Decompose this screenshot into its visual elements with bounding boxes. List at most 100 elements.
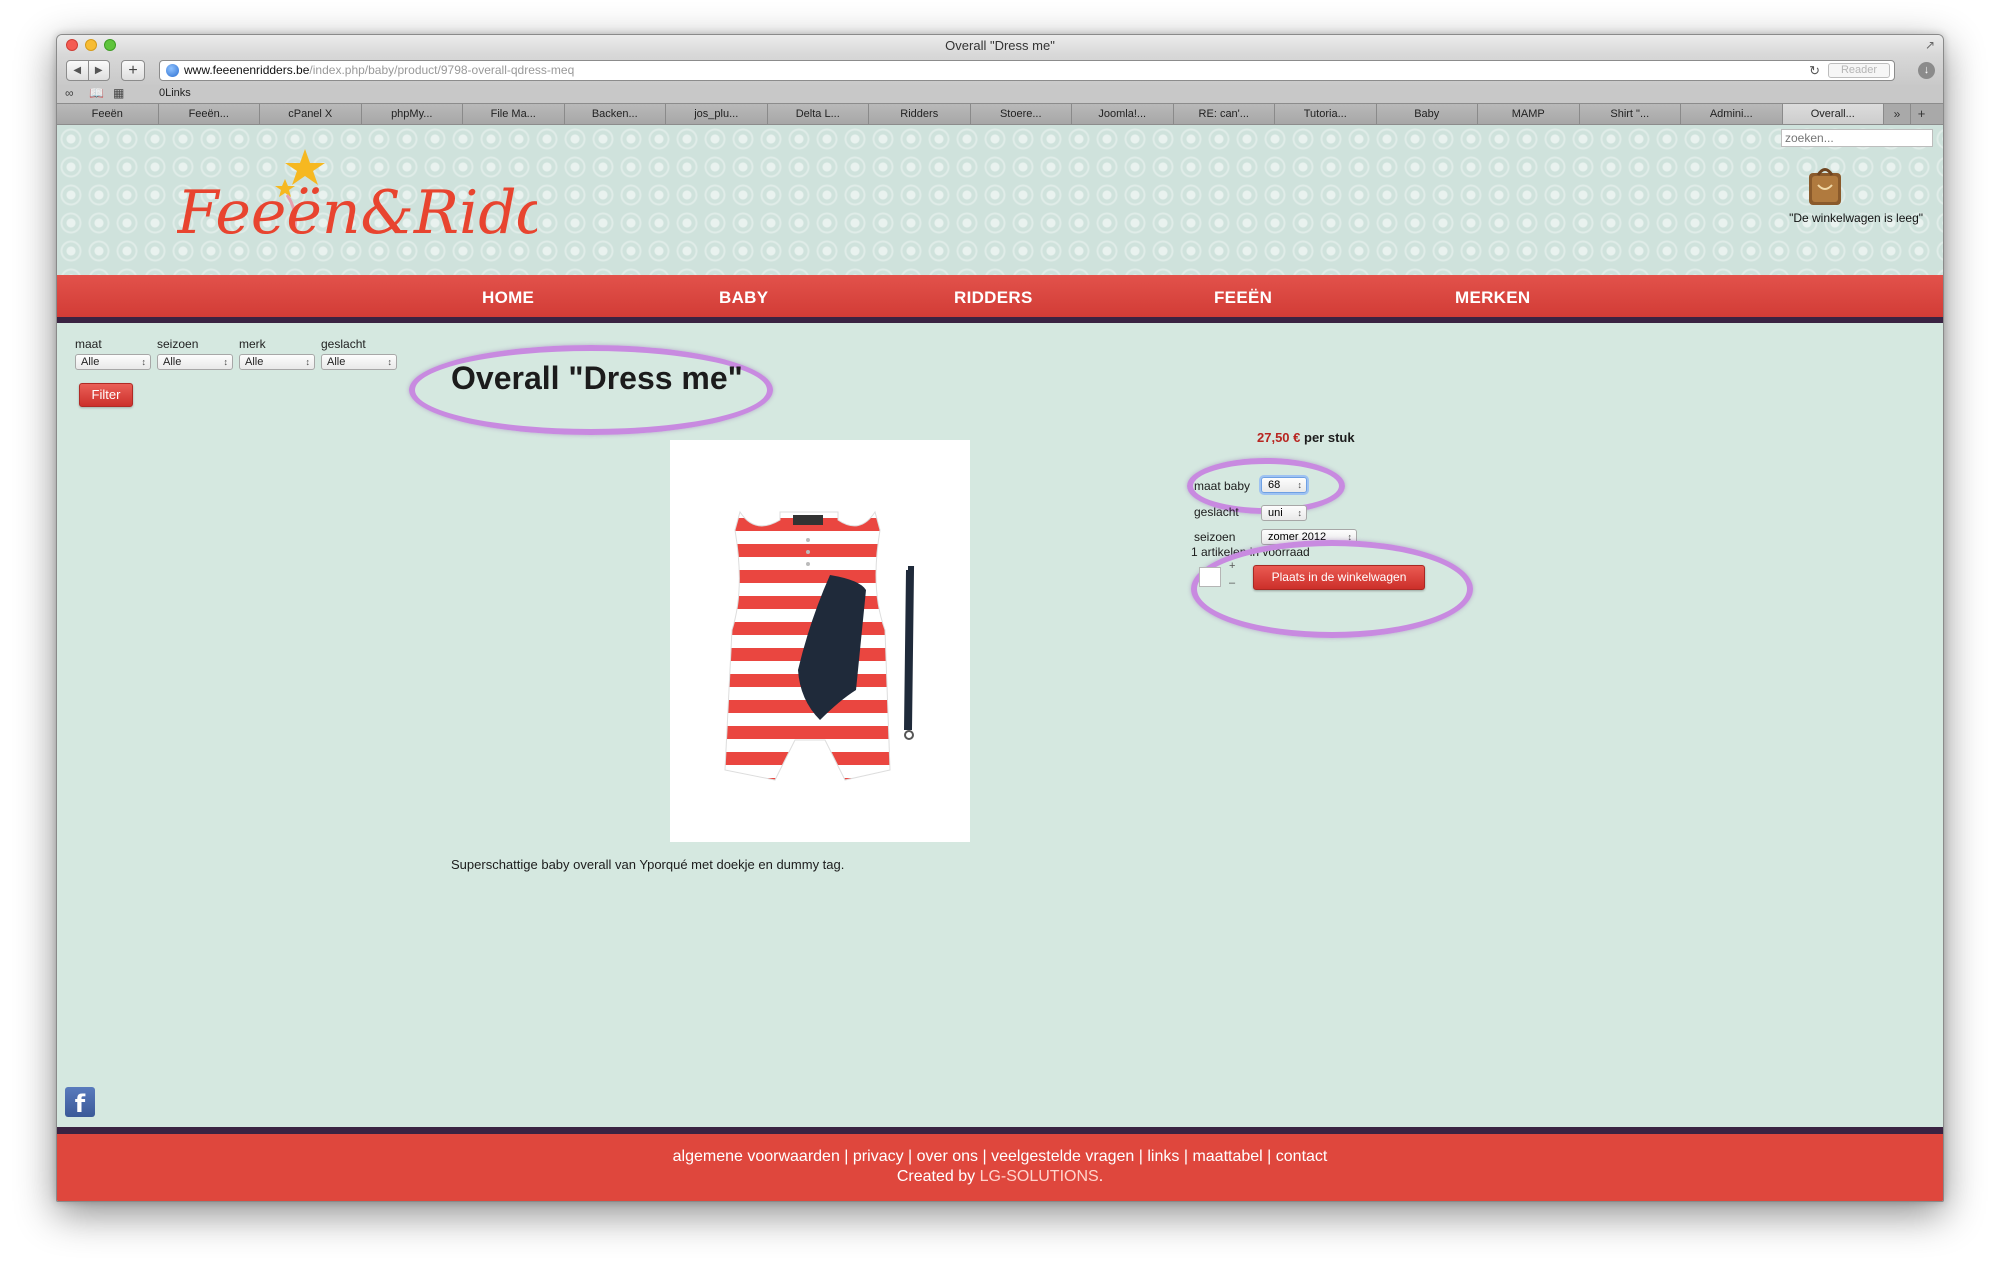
footer-link-contact[interactable]: contact — [1276, 1148, 1328, 1165]
bookmarks-book-icon[interactable]: 📖 — [89, 86, 104, 100]
footer-link-privacy[interactable]: privacy — [853, 1148, 904, 1165]
menu-item-ridders[interactable]: RIDDERS — [954, 288, 1033, 308]
browser-window: Overall "Dress me" ↗ ◀ ▶ + www.feeenenri… — [56, 34, 1944, 1202]
window-title: Overall "Dress me" — [945, 38, 1055, 53]
maat-baby-select[interactable]: 68 — [1261, 477, 1307, 493]
tab[interactable]: Tutoria... — [1275, 104, 1377, 124]
tab[interactable]: jos_plu... — [666, 104, 768, 124]
footer-link-over-ons[interactable]: over ons — [917, 1148, 978, 1165]
filter-geslacht-select[interactable]: Alle — [321, 354, 397, 370]
tab[interactable]: Baby — [1376, 104, 1478, 124]
bookmarks-bar: ∞ 📖 ▦ 0Links — [57, 85, 1943, 103]
quantity-input[interactable] — [1199, 567, 1221, 587]
tab[interactable]: Feeën... — [158, 104, 260, 124]
main-menu: HOME BABY RIDDERS FEEËN MERKEN — [57, 275, 1943, 323]
menu-item-merken[interactable]: MERKEN — [1455, 288, 1530, 308]
tab[interactable]: Ridders — [869, 104, 971, 124]
tab[interactable]: MAMP — [1478, 104, 1580, 124]
footer-separator: | — [1267, 1148, 1272, 1165]
product-image — [670, 440, 970, 842]
site-footer: algemene voorwaarden | privacy | over on… — [57, 1127, 1943, 1201]
footer-credit: Created by LG-SOLUTIONS. — [57, 1168, 1943, 1186]
menu-item-home[interactable]: HOME — [482, 288, 534, 308]
address-bar[interactable]: www.feeenenridders.be/index.php/baby/pro… — [159, 60, 1895, 81]
footer-separator: | — [844, 1148, 849, 1165]
footer-separator: | — [908, 1148, 913, 1165]
tab[interactable]: cPanel X — [260, 104, 362, 124]
filter-merk-select[interactable]: Alle — [239, 354, 315, 370]
footer-link-faq[interactable]: veelgestelde vragen — [991, 1148, 1134, 1165]
product-title: Overall "Dress me" — [451, 360, 743, 396]
shopping-cart-icon[interactable] — [1807, 165, 1843, 207]
new-tab-button[interactable]: + — [121, 60, 145, 81]
tab[interactable]: Stoere... — [970, 104, 1072, 124]
price-unit: per stuk — [1304, 430, 1355, 445]
option-label-geslacht: geslacht — [1194, 505, 1239, 519]
filter-button[interactable]: Filter — [79, 383, 133, 407]
tab-active[interactable]: Overall... — [1782, 104, 1884, 124]
filter-label: merk — [239, 337, 266, 351]
footer-separator: | — [1183, 1148, 1188, 1165]
back-forward-group: ◀ ▶ — [66, 60, 110, 81]
url-host: www.feeenenridders.be — [184, 63, 310, 77]
tab-strip: Feeën Feeën... cPanel X phpMy... File Ma… — [57, 103, 1943, 125]
site-header: Feeën&Ridders "De winkelwagen is leeg" — [57, 125, 1943, 275]
filter-label: geslacht — [321, 337, 366, 351]
credit-suffix: . — [1098, 1168, 1104, 1185]
globe-icon — [166, 64, 179, 77]
footer-links: algemene voorwaarden | privacy | over on… — [57, 1148, 1943, 1166]
quantity-increase-button[interactable]: + — [1229, 560, 1235, 572]
filter-geslacht: geslacht Alle — [321, 337, 397, 370]
bookmark-links-folder[interactable]: 0Links — [159, 87, 191, 99]
filter-seizoen-select[interactable]: Alle — [157, 354, 233, 370]
tab[interactable]: Feeën — [57, 104, 159, 124]
tab[interactable]: phpMy... — [361, 104, 463, 124]
tab[interactable]: Backen... — [564, 104, 666, 124]
filter-seizoen: seizoen Alle — [157, 337, 233, 370]
overall-garment-illustration — [724, 510, 915, 781]
product-price: 27,50 € per stuk — [1257, 430, 1355, 445]
top-sites-grid-icon[interactable]: ▦ — [113, 86, 124, 100]
more-tabs-chevron-icon[interactable]: » — [1884, 104, 1910, 124]
url-text: www.feeenenridders.be/index.php/baby/pro… — [184, 61, 574, 80]
filter-maat-select[interactable]: Alle — [75, 354, 151, 370]
filter-merk: merk Alle — [239, 337, 315, 370]
logo-text: Feeën&Ridders — [177, 178, 537, 248]
filter-label: seizoen — [157, 337, 199, 351]
downloads-icon[interactable]: ↓ — [1918, 62, 1935, 79]
footer-separator: | — [982, 1148, 987, 1165]
tab[interactable]: Joomla!... — [1072, 104, 1174, 124]
forward-button[interactable]: ▶ — [87, 61, 110, 80]
filter-label: maat — [75, 337, 102, 351]
reading-list-icon[interactable]: ∞ — [65, 86, 74, 100]
add-tab-plus-icon[interactable]: + — [1910, 104, 1932, 124]
footer-link-voorwaarden[interactable]: algemene voorwaarden — [673, 1148, 840, 1165]
geslacht-select[interactable]: uni — [1261, 505, 1307, 521]
reader-button[interactable]: Reader — [1828, 63, 1890, 78]
footer-link-links[interactable]: links — [1147, 1148, 1179, 1165]
price-value: 27,50 € — [1257, 430, 1301, 445]
credit-brand-link[interactable]: LG-SOLUTIONS — [980, 1168, 1099, 1185]
tab[interactable]: File Ma... — [463, 104, 565, 124]
menu-item-feeen[interactable]: FEEËN — [1214, 288, 1272, 308]
fullscreen-icon[interactable]: ↗ — [1925, 38, 1935, 52]
credit-prefix: Created by — [896, 1168, 976, 1185]
tab[interactable]: Delta L... — [767, 104, 869, 124]
footer-link-maattabel[interactable]: maattabel — [1192, 1148, 1262, 1165]
footer-separator: | — [1138, 1148, 1143, 1165]
tab[interactable]: RE: can'... — [1173, 104, 1275, 124]
site-logo[interactable]: Feeën&Ridders — [177, 139, 537, 263]
browser-toolbar: ◀ ▶ + www.feeenenridders.be/index.php/ba… — [57, 55, 1943, 85]
cart-status-text: "De winkelwagen is leeg" — [1789, 211, 1923, 225]
back-button[interactable]: ◀ — [67, 61, 88, 80]
reload-icon[interactable]: ↻ — [1809, 61, 1820, 80]
tab[interactable]: Shirt "... — [1579, 104, 1681, 124]
add-to-cart-button[interactable]: Plaats in de winkelwagen — [1253, 565, 1425, 590]
menu-item-baby[interactable]: BABY — [719, 288, 768, 308]
facebook-icon[interactable]: f — [65, 1087, 95, 1118]
site-search-input[interactable] — [1781, 129, 1933, 147]
filter-maat: maat Alle — [75, 337, 151, 370]
title-bar: Overall "Dress me" ↗ — [57, 35, 1943, 55]
quantity-decrease-button[interactable]: – — [1229, 577, 1235, 589]
tab[interactable]: Admini... — [1681, 104, 1783, 124]
